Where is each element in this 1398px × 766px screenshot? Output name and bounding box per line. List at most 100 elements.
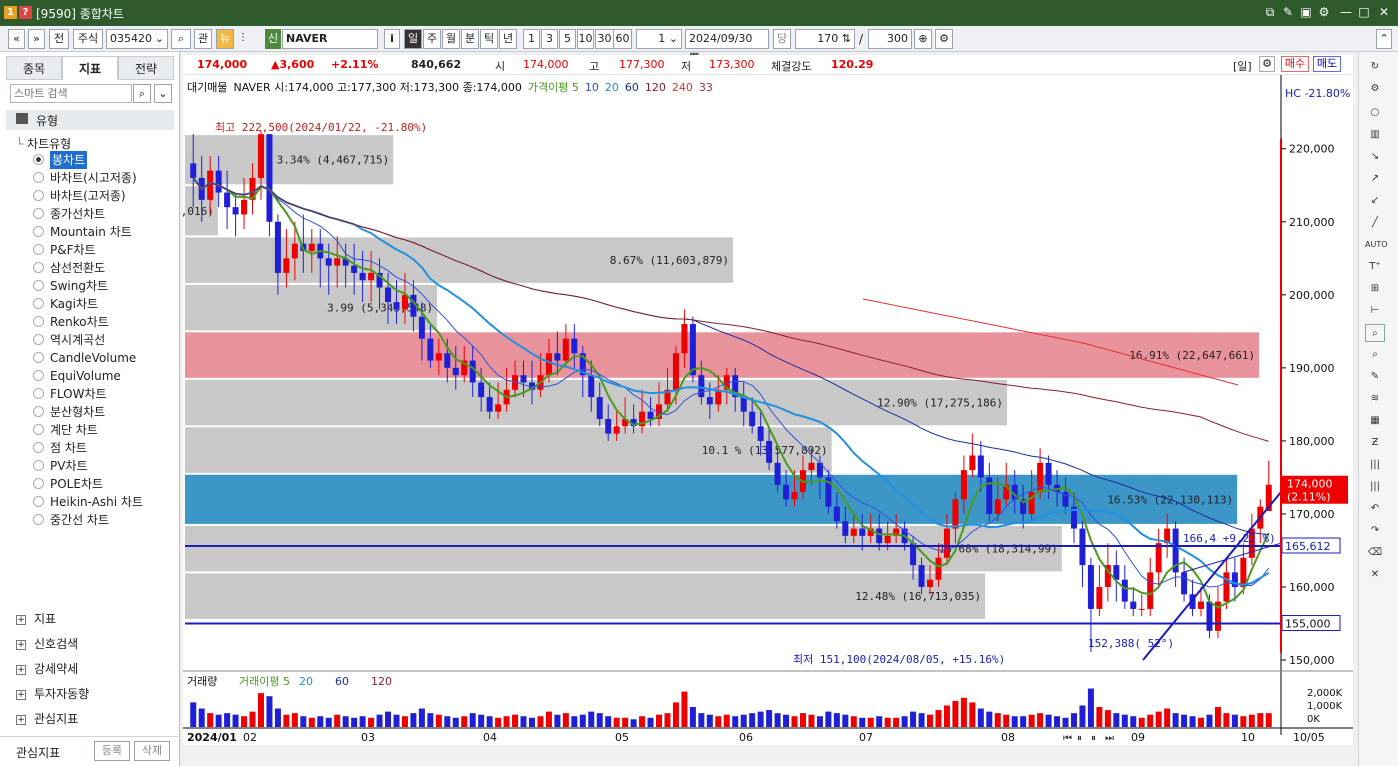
period-tab-3[interactable]: 분 xyxy=(461,29,479,49)
smart-search-input[interactable] xyxy=(10,84,132,103)
radio-chart-type[interactable] xyxy=(33,496,44,507)
nav-prev-button[interactable]: « xyxy=(8,29,25,49)
eraser-icon[interactable]: ⌫ xyxy=(1365,544,1385,562)
undo-icon[interactable]: ↶ xyxy=(1365,500,1385,518)
search-icon[interactable]: ⌕ xyxy=(133,84,151,103)
trendline-icon[interactable]: ↘ xyxy=(1365,148,1385,166)
chart-type-item[interactable]: 바차트(고저종) xyxy=(50,187,126,205)
settings-icon[interactable]: ⚙ xyxy=(1316,4,1332,20)
price-chart[interactable]: 3.34% (4,467,715) 1.35% (1,8 3,016) 8.67% … xyxy=(183,75,1353,745)
type-select[interactable]: 주식 xyxy=(73,29,103,49)
help-icon[interactable]: ? xyxy=(19,6,32,19)
group-item[interactable]: + 신호검색 xyxy=(16,635,78,653)
radio-chart-type[interactable] xyxy=(33,388,44,399)
chart-area[interactable]: 3.34% (4,467,715) 1.35% (1,8 3,016) 8.67% … xyxy=(183,75,1353,745)
tab-stock[interactable]: 종목 xyxy=(6,56,62,80)
date-input[interactable]: 2024/09/30 ▦ xyxy=(685,29,769,63)
search-button[interactable]: ⌕ xyxy=(171,29,191,49)
chart-type-item[interactable]: 중간선 차트 xyxy=(50,511,109,529)
register-button[interactable]: 등록 xyxy=(94,741,130,761)
chart-type-item[interactable]: Kagi차트 xyxy=(50,295,98,313)
chart-type-item[interactable]: 바차트(시고저종) xyxy=(50,169,137,187)
redo-icon[interactable]: ↷ xyxy=(1365,522,1385,540)
view-count-input[interactable]: 170 ⇅ xyxy=(795,29,855,49)
minute-button-2[interactable]: 5 xyxy=(559,29,576,49)
chart-type-item[interactable]: CandleVolume xyxy=(50,349,136,367)
radio-chart-type[interactable] xyxy=(33,298,44,309)
minute-button-1[interactable]: 3 xyxy=(541,29,558,49)
segment-icon[interactable]: ↙ xyxy=(1365,192,1385,210)
delete-button[interactable]: 삭제 xyxy=(134,741,170,761)
group-item[interactable]: + 지표 xyxy=(16,610,56,628)
chart-type-item[interactable]: 종가선차트 xyxy=(50,205,105,223)
zigzag-icon[interactable]: Ƶ xyxy=(1365,434,1385,452)
chart-type-item[interactable]: 분산형차트 xyxy=(50,403,105,421)
text-icon[interactable]: T⁺ xyxy=(1365,258,1385,276)
camera-icon[interactable]: ▣ xyxy=(1298,4,1314,20)
minute-button-0[interactable]: 1 xyxy=(523,29,540,49)
radio-chart-type[interactable] xyxy=(33,352,44,363)
radio-chart-type[interactable] xyxy=(33,190,44,201)
buy-button[interactable]: 매수 xyxy=(1281,56,1309,72)
channel-icon[interactable]: ≋ xyxy=(1365,390,1385,408)
minute-button-4[interactable]: 30 xyxy=(595,29,614,49)
settings-icon[interactable]: ⚙ xyxy=(935,29,953,49)
circle-icon[interactable]: ○ xyxy=(1365,104,1385,122)
radio-chart-type[interactable] xyxy=(33,280,44,291)
chart-type-item[interactable]: POLE차트 xyxy=(50,475,103,493)
period-tab-0[interactable]: 일 xyxy=(404,29,422,49)
radio-chart-type[interactable] xyxy=(33,226,44,237)
radio-chart-type[interactable] xyxy=(33,514,44,525)
chart-type-item[interactable]: Heikin-Ashi 차트 xyxy=(50,493,143,511)
radio-chart-type[interactable] xyxy=(33,334,44,345)
close-icon[interactable]: ✕ xyxy=(1376,4,1392,20)
grid-icon[interactable]: ▦ xyxy=(1365,412,1385,430)
fibo-icon[interactable]: ⊢ xyxy=(1365,302,1385,320)
chart-type-item[interactable]: 역시계곡선 xyxy=(50,331,105,349)
gear-icon[interactable]: ⚙ xyxy=(1365,80,1385,98)
maximize-icon[interactable]: □ xyxy=(1356,4,1372,20)
chart-type-item[interactable]: FLOW차트 xyxy=(50,385,107,403)
minute-button-5[interactable]: 60 xyxy=(613,29,632,49)
line-icon[interactable]: ╱ xyxy=(1365,214,1385,232)
period-tab-1[interactable]: 주 xyxy=(423,29,441,49)
radio-chart-type[interactable] xyxy=(33,460,44,471)
radio-chart-type[interactable] xyxy=(33,172,44,183)
period-tab-4[interactable]: 틱 xyxy=(480,29,498,49)
minute-button-3[interactable]: 10 xyxy=(577,29,594,49)
label-icon[interactable]: ⊞ xyxy=(1365,280,1385,298)
radio-chart-type[interactable] xyxy=(33,316,44,327)
radio-chart-type[interactable] xyxy=(33,370,44,381)
stock-code-input[interactable]: 035420 ⌄ xyxy=(106,29,168,49)
dang-button[interactable]: 당 xyxy=(773,29,791,49)
magnet-icon[interactable]: ⌕ xyxy=(1365,346,1385,364)
sell-button[interactable]: 매도 xyxy=(1313,56,1341,72)
radio-chart-type[interactable] xyxy=(33,478,44,489)
refresh-icon[interactable]: ↻ xyxy=(1365,58,1385,76)
edit-icon[interactable]: ✎ xyxy=(1280,4,1296,20)
tab-indicator[interactable]: 지표 xyxy=(62,56,118,80)
chevron-down-icon[interactable]: ⌄ xyxy=(154,84,172,103)
zoom-in-icon[interactable]: ⊕ xyxy=(914,29,932,49)
ray-icon[interactable]: ↗ xyxy=(1365,170,1385,188)
tab-strategy[interactable]: 전략 xyxy=(118,56,174,80)
chart-type-item[interactable]: Mountain 차트 xyxy=(50,223,132,241)
bar-chart-icon[interactable]: ▥ xyxy=(1365,126,1385,144)
watch-button[interactable]: 관 xyxy=(194,29,212,49)
chart-type-item[interactable]: 봉차트 xyxy=(50,151,88,169)
auto-icon[interactable]: AUTO xyxy=(1365,236,1388,254)
minimize-icon[interactable]: — xyxy=(1338,4,1354,20)
chart-type-item[interactable]: 삼선전환도 xyxy=(50,259,105,277)
radio-chart-type[interactable] xyxy=(33,154,44,165)
expand-icon[interactable]: ⌃ xyxy=(1376,29,1392,49)
section-header[interactable]: 유형 xyxy=(6,110,174,130)
group-item[interactable]: + 투자자동향 xyxy=(16,685,89,703)
radio-chart-type[interactable] xyxy=(33,244,44,255)
total-count-input[interactable]: 300 xyxy=(868,29,912,49)
chart-type-item[interactable]: PV차트 xyxy=(50,457,88,475)
more-icon[interactable]: ⋮ xyxy=(238,32,256,46)
chart-type-item[interactable]: 점 차트 xyxy=(50,439,87,457)
news-button[interactable]: 뉴 xyxy=(216,29,234,49)
pen-icon[interactable]: ✎ xyxy=(1365,368,1385,386)
chart-type-item[interactable]: Swing차트 xyxy=(50,277,108,295)
